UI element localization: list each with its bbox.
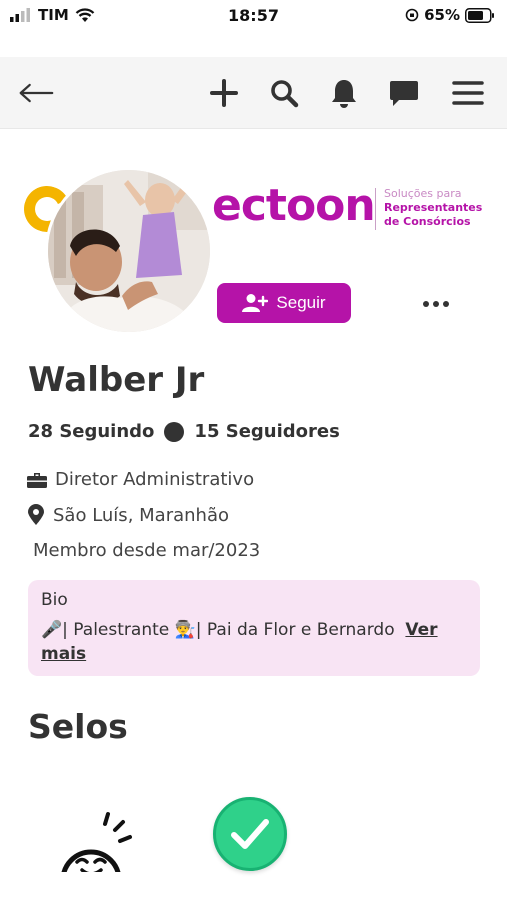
separator-dot-icon bbox=[164, 421, 185, 442]
search-icon bbox=[271, 80, 299, 108]
location: São Luís, Maranhão bbox=[53, 504, 229, 526]
badges-title: Selos bbox=[28, 707, 128, 746]
chat-icon bbox=[390, 81, 418, 106]
bio-card: Bio 🎤| Palestrante 👨‍🏭| Pai da Flor e Be… bbox=[28, 580, 480, 676]
more-dot-icon bbox=[423, 301, 429, 307]
more-options-button[interactable] bbox=[418, 293, 454, 315]
badge-item[interactable] bbox=[55, 810, 135, 872]
brand-tagline: Soluções para Representantes de Consórci… bbox=[384, 187, 482, 229]
sun-face-badge-icon bbox=[61, 812, 132, 872]
battery-icon bbox=[465, 7, 494, 23]
badge-item[interactable] bbox=[213, 797, 287, 871]
back-button[interactable] bbox=[18, 75, 54, 111]
top-nav bbox=[0, 57, 507, 129]
bio-content: 🎤| Palestrante 👨‍🏭| Pai da Flor e Bernar… bbox=[41, 618, 467, 666]
messages-button[interactable] bbox=[386, 75, 422, 111]
profile-stats: 28 Seguindo 15 Seguidores bbox=[28, 421, 340, 442]
member-since: Membro desde mar/2023 bbox=[33, 540, 261, 561]
job-title: Diretor Administrativo bbox=[55, 469, 255, 490]
add-button[interactable] bbox=[206, 75, 242, 111]
notifications-button[interactable] bbox=[326, 75, 362, 111]
follow-button[interactable]: Seguir bbox=[217, 283, 351, 323]
status-right: 65% bbox=[405, 6, 495, 24]
member-since-row: Membro desde mar/2023 bbox=[33, 540, 260, 561]
followers-count[interactable]: 15 Seguidores bbox=[194, 421, 339, 442]
avatar-photo bbox=[48, 170, 210, 332]
status-bar: TIM 18:57 65% bbox=[0, 0, 507, 32]
menu-icon bbox=[452, 81, 484, 105]
brand-tagline-line-3: de Consórcios bbox=[384, 215, 471, 228]
avatar[interactable] bbox=[45, 167, 213, 335]
back-arrow-icon bbox=[19, 83, 54, 103]
brand-divider bbox=[375, 188, 376, 230]
following-count[interactable]: 28 Seguindo bbox=[28, 421, 154, 442]
more-dot-icon bbox=[433, 301, 439, 307]
follow-label: Seguir bbox=[276, 293, 326, 312]
menu-button[interactable] bbox=[450, 75, 486, 111]
bio-title: Bio bbox=[41, 590, 68, 610]
map-pin-icon bbox=[28, 504, 44, 525]
briefcase-icon bbox=[27, 472, 47, 488]
more-dot-icon bbox=[443, 301, 449, 307]
brand-tagline-line-1: Soluções para bbox=[384, 187, 462, 200]
brand-tagline-line-2: Representantes bbox=[384, 201, 483, 214]
brand-logo-text: ectoon bbox=[212, 180, 376, 231]
bell-icon bbox=[332, 80, 356, 108]
search-button[interactable] bbox=[266, 75, 302, 111]
rotation-lock-icon bbox=[405, 8, 419, 22]
job-row: Diretor Administrativo bbox=[27, 469, 254, 490]
add-user-icon bbox=[242, 294, 269, 312]
battery-percent: 65% bbox=[424, 6, 460, 24]
location-row: São Luís, Maranhão bbox=[27, 504, 229, 526]
plus-icon bbox=[210, 79, 238, 107]
bio-text: 🎤| Palestrante 👨‍🏭| Pai da Flor e Bernar… bbox=[41, 620, 395, 640]
check-badge-icon bbox=[231, 819, 269, 849]
profile-name: Walber Jr bbox=[28, 360, 205, 400]
